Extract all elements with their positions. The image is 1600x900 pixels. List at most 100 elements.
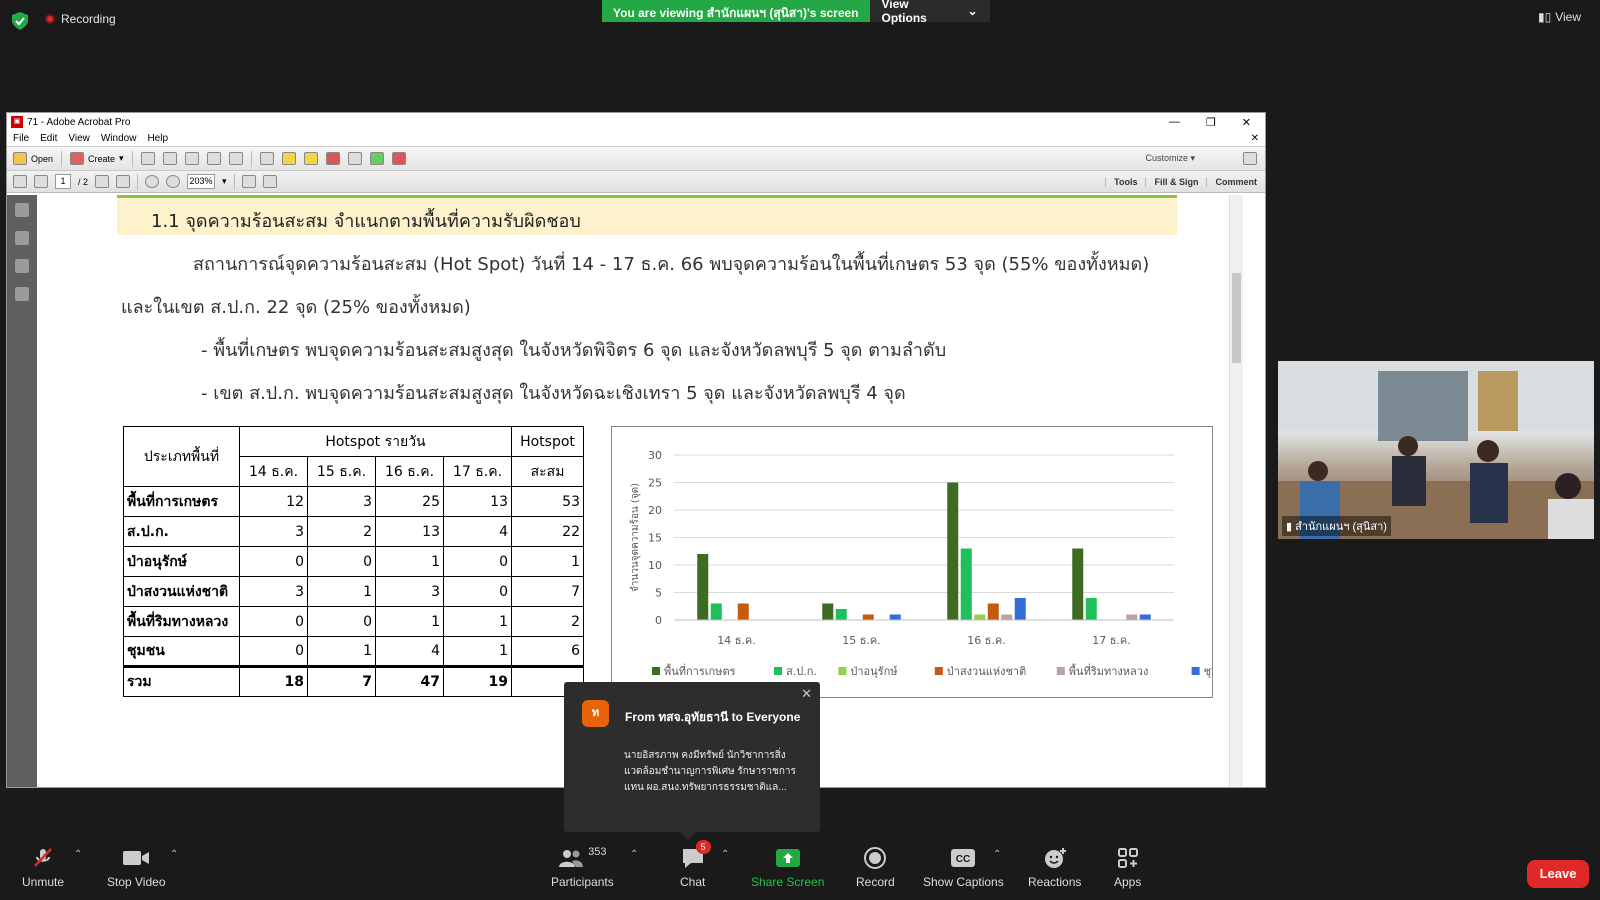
view-options-button[interactable]: View Options ⌄ [869,0,990,25]
prev-page-icon[interactable] [13,175,27,188]
chevron-up-icon[interactable]: ⌃ [74,849,82,860]
vertical-scrollbar[interactable] [1229,195,1243,787]
legend-label: ชุมชน [1204,665,1212,678]
record-label: Record [856,875,895,889]
acrobat-toolbar: Open Create ▾ Customize ▾ [7,147,1265,171]
row-label: พื้นที่ริมทางหลวง [123,606,240,637]
share-screen-button[interactable]: Share Screen [751,845,824,889]
customize-button[interactable]: Customize ▾ [1145,153,1235,164]
y-tick-label: 20 [648,504,662,517]
stop-video-button[interactable]: Stop Video [107,845,166,889]
highlight-icon[interactable] [303,152,318,165]
bar [1001,614,1013,620]
record-button[interactable]: Record [856,845,895,889]
comment-tab[interactable]: Comment [1206,176,1265,187]
table-cell: 0 [239,546,308,577]
table-cell: 3 [307,486,376,517]
bar [960,548,972,620]
acrobat-menu-bar: File Edit View Window Help ✕ [7,131,1265,147]
menu-window[interactable]: Window [101,133,137,144]
doc-close-icon[interactable]: ✕ [1251,133,1265,144]
y-tick-label: 0 [655,614,662,627]
table-cell: 0 [307,546,376,577]
chat-message: นายอิสรภาพ คงมีทรัพย์ นักวิชาการสิ่งแวดล… [624,750,796,793]
section-heading: 1.1 จุดความร้อนสะสม จำแนกตามพื้นที่ความร… [117,195,1177,235]
share-screen-icon [775,845,801,871]
chat-button[interactable]: 5 Chat [680,840,711,889]
zoom-out-icon[interactable] [145,175,160,188]
legend-label: ส.ป.ก. [786,665,817,678]
open-label: Open [31,153,54,164]
fullscreen-icon[interactable] [1243,152,1257,165]
chevron-down-icon: ▾ [119,153,124,163]
scrollbar-thumb[interactable] [1232,273,1241,363]
edit-icon[interactable] [206,152,221,165]
stamp-icon[interactable] [347,152,362,165]
table-cell: 13 [443,486,512,517]
apps-button[interactable]: Apps [1114,845,1141,889]
chevron-down-icon[interactable]: ▾ [222,176,227,187]
chevron-up-icon[interactable]: ⌃ [170,849,178,860]
table-cell: 1 [443,606,512,637]
signatures-icon[interactable] [15,287,29,301]
recording-indicator[interactable]: Recording [45,12,116,26]
menu-edit[interactable]: Edit [40,133,57,144]
view-button[interactable]: ▮▯ View [1538,10,1581,24]
hand-tool-icon[interactable] [116,175,131,188]
fit-page-icon[interactable] [241,175,256,188]
close-icon[interactable]: ✕ [1242,116,1251,129]
create-button[interactable]: Create ▾ [70,152,124,165]
save-icon[interactable] [140,152,155,165]
restore-icon[interactable]: ❐ [1206,116,1216,129]
minimize-icon[interactable]: — [1169,116,1180,129]
participant-count: 353 [588,846,607,858]
paragraph-line-2: และในเขต ส.ป.ก. 22 จุด (25% ของทั้งหมด) [121,297,471,318]
view-options-label: View Options [881,0,927,25]
cloud-upload-icon[interactable] [162,152,177,165]
unmute-button[interactable]: Unmute [22,845,64,889]
bar [697,554,709,620]
bullet-alro: - เขต ส.ป.ก. พบจุดความร้อนสะสมสูงสุด ในจ… [201,383,906,404]
zoom-in-icon[interactable] [166,175,181,188]
email-icon[interactable] [228,152,243,165]
export-icon[interactable] [369,152,384,165]
reactions-button[interactable]: Reactions [1028,845,1081,889]
chevron-up-icon[interactable]: ⌃ [721,849,729,860]
video-camera-icon [122,845,150,871]
sender-avatar: ท [582,700,609,727]
print-icon[interactable] [184,152,199,165]
menu-file[interactable]: File [13,133,29,144]
chevron-up-icon[interactable]: ⌃ [630,849,638,860]
attach-icon[interactable] [325,152,340,165]
security-shield-icon[interactable] [12,12,28,30]
menu-help[interactable]: Help [147,133,168,144]
chevron-up-icon[interactable]: ⌃ [993,849,1001,860]
fill-sign-tab[interactable]: Fill & Sign [1145,176,1206,187]
create-label: Create [88,153,116,164]
y-tick-label: 5 [655,587,662,600]
select-tool-icon[interactable] [95,175,110,188]
tools-tab[interactable]: Tools [1105,176,1145,187]
zoom-level-input[interactable]: 203% [187,174,216,189]
sign-icon[interactable] [391,152,406,165]
open-button[interactable]: Open [13,152,53,165]
leave-button[interactable]: Leave [1527,860,1589,888]
settings-icon[interactable] [259,152,274,165]
fit-width-icon[interactable] [262,175,277,188]
menu-view[interactable]: View [68,133,90,144]
participants-button[interactable]: 353 Participants [551,845,614,889]
next-page-icon[interactable] [34,175,48,188]
page-number-input[interactable]: 1 [55,174,71,189]
show-captions-button[interactable]: CC Show Captions [923,845,1004,889]
page-thumbnails-icon[interactable] [15,203,29,217]
table-cell: 53 [511,486,584,517]
bookmarks-icon[interactable] [15,231,29,245]
participant-video-tile[interactable]: ▮ สำนักแผนฯ (สุนิสา) [1278,361,1594,539]
participants-label: Participants [551,875,614,889]
attachments-icon[interactable] [15,259,29,273]
navigation-pane [7,195,37,787]
comment-bubble-icon[interactable] [281,152,296,165]
chat-notification[interactable]: ท From ทสจ.อุทัยธานี to Everyone ✕ นายอิ… [564,682,820,840]
close-icon[interactable]: ✕ [801,686,812,702]
page-total: / 2 [78,176,89,187]
